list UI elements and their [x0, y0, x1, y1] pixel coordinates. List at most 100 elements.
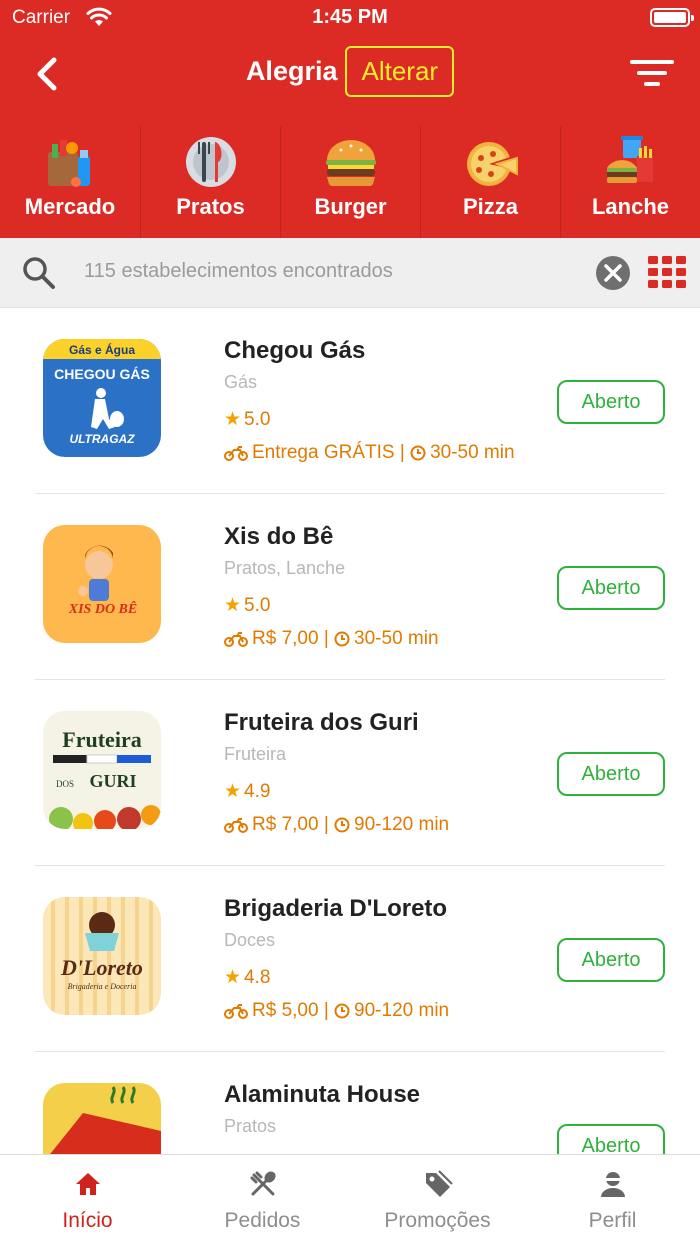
motorcycle-icon: [224, 446, 248, 461]
star-icon: ★: [224, 595, 242, 616]
change-city-button[interactable]: Alterar: [345, 46, 455, 97]
home-icon: [75, 1173, 100, 1195]
open-status-button[interactable]: Aberto: [557, 566, 665, 610]
category-label: Lanche: [591, 194, 670, 219]
filter-icon[interactable]: [628, 54, 676, 94]
delivery-time: 30-50 min: [354, 628, 439, 649]
store-rating: ★ 5.0: [224, 594, 270, 617]
rating-value: 5.0: [244, 408, 271, 430]
store-category: Gás: [224, 372, 258, 392]
open-status-button[interactable]: Aberto: [557, 752, 665, 796]
store-delivery-info: R$ 7,00 | 90-120 min: [224, 814, 449, 836]
tab-label: Início: [62, 1209, 113, 1232]
store-category: Fruteira: [224, 744, 287, 764]
search-bar: [0, 238, 700, 308]
clock-icon: [334, 1003, 350, 1019]
tab-label: Perfil: [588, 1209, 637, 1232]
tab-label: Promoções: [384, 1209, 491, 1232]
store-row-brigaderia-dloreto[interactable]: D'Loreto Brigaderia e Doceria Brigaderia…: [0, 866, 700, 1052]
separator: |: [318, 628, 335, 649]
open-status-button[interactable]: Aberto: [557, 1124, 665, 1154]
svg-text:DOS: DOS: [56, 779, 74, 789]
tag-icon: [425, 1170, 453, 1197]
store-row-chegou-gas[interactable]: Gás e Água CHEGOU GÁS ULTRAGAZ Chegou Gá…: [0, 308, 700, 494]
motorcycle-icon: [224, 632, 248, 647]
store-logo: D'Loreto Brigaderia e Doceria: [43, 897, 161, 1015]
category-lanche[interactable]: Lanche: [560, 126, 700, 238]
delivery-time: 90-120 min: [354, 814, 450, 835]
search-icon[interactable]: [22, 256, 56, 290]
separator: |: [394, 442, 411, 463]
star-icon: ★: [224, 409, 242, 430]
store-name: Chegou Gás: [224, 337, 366, 364]
burger-icon: [325, 140, 376, 187]
clear-search-icon[interactable]: [595, 255, 631, 291]
svg-text:Brigaderia e Doceria: Brigaderia e Doceria: [68, 982, 137, 991]
delivery-time: 90-120 min: [354, 1000, 450, 1021]
store-row-xis-do-be[interactable]: XIS DO BÊ Xis do Bê Pratos, Lanche ★ 5.0…: [0, 494, 700, 680]
separator: |: [318, 814, 335, 835]
rating-value: 5.0: [244, 594, 271, 616]
open-status-button[interactable]: Aberto: [557, 380, 665, 424]
store-name: Alaminuta House: [224, 1081, 421, 1108]
svg-text:XIS DO BÊ: XIS DO BÊ: [68, 600, 137, 617]
tab-label: Pedidos: [224, 1209, 301, 1232]
store-rating: ★ 5.0: [224, 408, 270, 431]
category-label: Pizza: [462, 194, 519, 219]
clock-icon: [410, 445, 426, 461]
user-icon: [600, 1172, 625, 1197]
store-row-fruteira-dos-guri[interactable]: Fruteira DOS GURI Fruteira dos Guri Frut…: [0, 680, 700, 866]
battery-icon: [650, 8, 694, 27]
rating-value: 4.8: [244, 966, 271, 988]
plate-cutlery-icon: [185, 137, 236, 187]
status-time: 1:45 PM: [312, 6, 388, 28]
tab-pedidos[interactable]: Pedidos: [175, 1155, 350, 1244]
open-status-button[interactable]: Aberto: [557, 938, 665, 982]
grid-view-icon[interactable]: [648, 256, 686, 288]
store-logo: [43, 1083, 161, 1154]
pizza-icon: [466, 142, 518, 186]
category-pizza[interactable]: Pizza: [420, 126, 560, 238]
delivery-fee: Entrega GRÁTIS: [252, 442, 395, 463]
tab-perfil[interactable]: Perfil: [525, 1155, 700, 1244]
store-logo: Gás e Água CHEGOU GÁS ULTRAGAZ: [43, 339, 161, 457]
store-logo: Fruteira DOS GURI: [43, 711, 161, 829]
store-name: Brigaderia D'Loreto: [224, 895, 448, 922]
category-pratos[interactable]: Pratos: [140, 126, 280, 238]
store-delivery-info: R$ 5,00 | 90-120 min: [224, 1000, 449, 1022]
store-category: Pratos: [224, 1116, 277, 1136]
delivery-fee: R$ 5,00: [252, 1000, 319, 1021]
store-rating: ★ 4.9: [224, 780, 270, 803]
svg-text:D'Loreto: D'Loreto: [60, 955, 143, 980]
tab-promocoes[interactable]: Promoções: [350, 1155, 525, 1244]
delivery-fee: R$ 7,00: [252, 628, 319, 649]
motorcycle-icon: [224, 1004, 248, 1019]
category-burger[interactable]: Burger: [280, 126, 420, 238]
category-bar: Mercado Pratos Burger Pizza Lanche: [0, 126, 700, 238]
location-selector: Alegria Alterar: [0, 46, 700, 97]
category-label: Pratos: [176, 194, 245, 219]
store-delivery-info: R$ 7,00 | 30-50 min: [224, 628, 439, 650]
category-mercado[interactable]: Mercado: [0, 126, 140, 238]
store-logo: XIS DO BÊ: [43, 525, 161, 643]
star-icon: ★: [224, 967, 242, 988]
svg-text:ULTRAGAZ: ULTRAGAZ: [69, 432, 135, 446]
store-name: Xis do Bê: [224, 523, 334, 550]
search-input[interactable]: [84, 260, 564, 283]
store-rating: ★ 4.8: [224, 966, 270, 989]
store-delivery-info: Entrega GRÁTIS | 30-50 min: [224, 442, 515, 464]
clock-icon: [334, 817, 350, 833]
star-icon: ★: [224, 781, 242, 802]
cutlery-icon: [250, 1171, 276, 1196]
tab-bar: Início Pedidos Promoções Perfil: [0, 1154, 700, 1244]
city-name: Alegria: [245, 56, 338, 86]
status-bar: Carrier 1:45 PM: [0, 0, 700, 36]
category-label: Mercado: [24, 194, 116, 219]
motorcycle-icon: [224, 818, 248, 833]
store-row-alaminuta-house[interactable]: Alaminuta House Pratos Aberto: [0, 1052, 700, 1154]
clock-icon: [334, 631, 350, 647]
separator: |: [318, 1000, 335, 1021]
tab-inicio[interactable]: Início: [0, 1155, 175, 1244]
delivery-time: 30-50 min: [430, 442, 515, 463]
snack-combo-icon: [606, 136, 653, 183]
